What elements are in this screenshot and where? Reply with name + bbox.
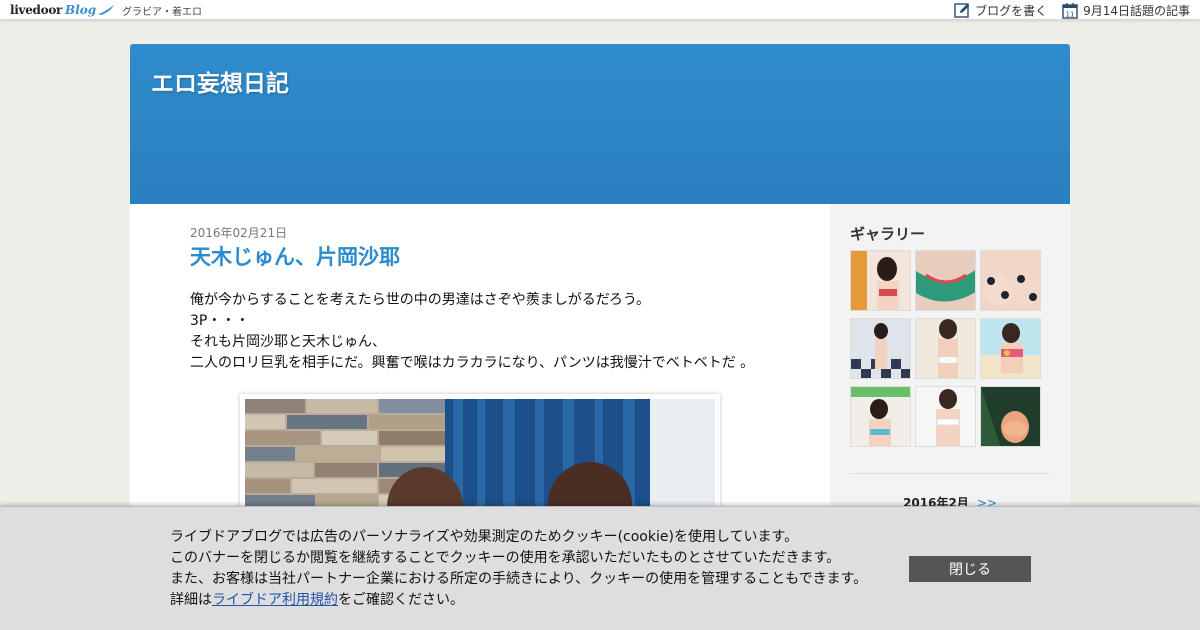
trending-articles-link[interactable]: 11 9月14日話題の記事 <box>1062 2 1190 19</box>
gallery-thumbnail-image <box>851 319 910 378</box>
blog-title[interactable]: エロ妄想日記 <box>151 64 289 98</box>
calendar-icon: 11 <box>1062 2 1078 19</box>
gallery-thumbnail-image <box>851 387 910 446</box>
cookie-line: また、お客様は当社パートナー企業における所定の手続きにより、クッキーの使用を管理… <box>170 571 868 587</box>
post-line: 二人のロリ巨乳を相手にだ。興奮で喉はカラカラになり、パンツは我慢汁でベトベトだ … <box>190 355 755 371</box>
gallery-grid <box>850 250 1045 447</box>
gallery-thumbnail-image <box>981 387 1040 446</box>
gallery-thumbnail[interactable] <box>915 250 976 311</box>
write-blog-link[interactable]: ブログを書く <box>954 2 1047 19</box>
post-body: 俺が今からすることを考えたら世の中の男達はさぞや羨ましがるだろう。 3P・・・ … <box>190 290 754 374</box>
calendar-day-number: 11 <box>1066 10 1075 18</box>
gallery-thumbnail-image <box>981 251 1040 310</box>
blog-category-link[interactable]: グラビア・着エロ <box>122 3 202 18</box>
cookie-consent-banner: ライブドアブログでは広告のパーソナライズや効果測定のためクッキー(cookie)… <box>0 506 1200 630</box>
gallery-thumbnail[interactable] <box>850 250 911 311</box>
gallery-thumbnail-image <box>916 387 975 446</box>
gallery-thumbnail-image <box>981 319 1040 378</box>
post-line: それも片岡沙耶と天木じゅん、 <box>190 334 386 350</box>
cookie-line: ライブドアブログでは広告のパーソナライズや効果測定のためクッキー(cookie)… <box>170 529 799 545</box>
gallery-heading: ギャラリー <box>850 225 926 243</box>
trending-articles-label: 9月14日話題の記事 <box>1083 3 1190 18</box>
cookie-notice-text: ライブドアブログでは広告のパーソナライズや効果測定のためクッキー(cookie)… <box>170 527 867 611</box>
gallery-thumbnail[interactable] <box>915 386 976 447</box>
logo-blog-text: Blog <box>65 3 97 17</box>
cookie-line: このバナーを閉じるか閲覧を継続することでクッキーの使用を承認いただいたものとさせ… <box>170 550 841 566</box>
bird-logo-icon <box>98 5 115 15</box>
pencil-note-icon <box>954 3 970 18</box>
gallery-thumbnail[interactable] <box>915 318 976 379</box>
cookie-details-suffix: をご確認ください。 <box>338 592 464 608</box>
post-date: 2016年02月21日 <box>190 226 288 240</box>
gallery-thumbnail[interactable] <box>980 250 1041 311</box>
top-nav-bar: livedoor Blog グラビア・着エロ ブログを書く 11 9月14日話題… <box>0 0 1200 20</box>
post-photo[interactable] <box>240 394 720 524</box>
livedoor-blog-logo[interactable]: livedoor Blog <box>10 2 115 18</box>
gallery-thumbnail-image <box>916 251 975 310</box>
post-line: 俺が今からすることを考えたら世の中の男達はさぞや羨ましがるだろう。 <box>190 292 651 308</box>
logo-livedoor-text: livedoor <box>10 3 63 17</box>
terms-of-use-link[interactable]: ライブドア利用規約 <box>212 592 338 608</box>
gallery-thumbnail-image <box>851 251 910 310</box>
gallery-thumbnail[interactable] <box>850 386 911 447</box>
gallery-thumbnail[interactable] <box>850 318 911 379</box>
sidebar-divider <box>850 473 1050 474</box>
write-blog-label: ブログを書く <box>975 3 1048 18</box>
cookie-details-prefix: 詳細は <box>170 592 212 608</box>
blog-header: エロ妄想日記 <box>130 44 1070 204</box>
post-line: 3P・・・ <box>190 313 250 329</box>
gallery-thumbnail[interactable] <box>980 386 1041 447</box>
cookie-line: 詳細はライブドア利用規約をご確認ください。 <box>170 590 867 611</box>
close-cookie-banner-button[interactable]: 閉じる <box>909 556 1031 582</box>
post-title[interactable]: 天木じゅん、片岡沙耶 <box>190 241 400 271</box>
gallery-thumbnail[interactable] <box>980 318 1041 379</box>
gallery-thumbnail-image <box>916 319 975 378</box>
